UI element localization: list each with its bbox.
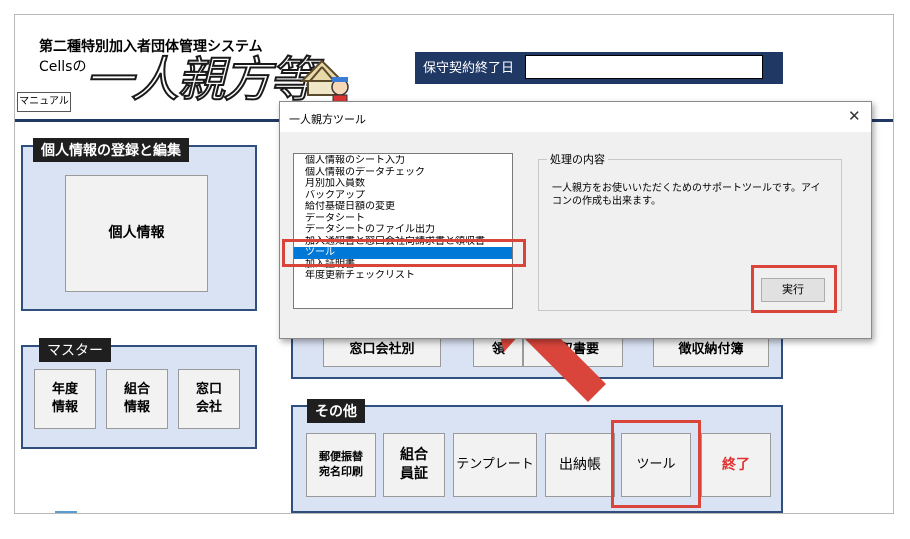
personal-info-group-title: 個人情報の登録と編集 bbox=[33, 138, 189, 162]
close-icon[interactable]: ✕ bbox=[848, 107, 861, 125]
exit-button[interactable]: 終了 bbox=[701, 433, 771, 497]
union-info-line2: 情報 bbox=[123, 400, 150, 415]
window-company-button[interactable]: 窓口 会社 bbox=[178, 369, 240, 429]
window-company-line1: 窓口 bbox=[195, 382, 222, 398]
year-info-line2: 情報 bbox=[51, 400, 78, 415]
master-group-title: マスター bbox=[39, 338, 111, 362]
list-item[interactable]: バックアップ bbox=[294, 190, 512, 202]
process-content-legend: 処理の内容 bbox=[547, 151, 608, 167]
tool-button-highlight bbox=[611, 420, 701, 508]
expire-date-label: 保守契約終了日 bbox=[423, 61, 515, 76]
list-item[interactable]: データシート bbox=[294, 213, 512, 225]
member-card-line2: 員証 bbox=[400, 466, 428, 482]
sheet-tab-indicator bbox=[55, 511, 77, 513]
union-info-button[interactable]: 組合 情報 bbox=[106, 369, 168, 429]
selected-item-highlight bbox=[282, 239, 526, 267]
execute-button-highlight bbox=[751, 265, 837, 313]
postal-transfer-print-button[interactable]: 郵便振替 宛名印刷 bbox=[306, 433, 376, 497]
collection-ledger-label: 徴収納付簿 bbox=[678, 342, 744, 358]
dialog-title: 一人親方ツール bbox=[289, 113, 366, 126]
template-label: テンプレート bbox=[456, 457, 534, 473]
cells-label: Cellsの bbox=[39, 59, 87, 75]
member-card-line1: 組合 bbox=[400, 447, 428, 464]
postal-transfer-line2: 宛名印刷 bbox=[319, 465, 363, 478]
list-item[interactable]: 月別加入員数 bbox=[294, 178, 512, 190]
personal-info-button-label: 個人情報 bbox=[108, 225, 165, 242]
union-info-line1: 組合 bbox=[123, 382, 150, 398]
postal-transfer-line1: 郵便振替 bbox=[319, 450, 363, 464]
exit-label: 終了 bbox=[722, 456, 750, 473]
expire-date-input[interactable] bbox=[525, 55, 763, 79]
list-item[interactable]: 給付基礎日額の変更 bbox=[294, 201, 512, 213]
template-button[interactable]: テンプレート bbox=[453, 433, 537, 497]
window-company-line2: 会社 bbox=[195, 400, 222, 415]
cashbook-button[interactable]: 出納帳 bbox=[545, 433, 615, 497]
list-item[interactable]: 個人情報のデータチェック bbox=[294, 167, 512, 179]
tool-listbox[interactable]: 個人情報のシート入力 個人情報のデータチェック 月別加入員数 バックアップ 給付… bbox=[293, 153, 513, 309]
process-description: 一人親方をお使いいただくためのサポートツールです。アイコンの作成も出来ます。 bbox=[552, 183, 821, 207]
list-item[interactable]: データシートのファイル出力 bbox=[294, 224, 512, 236]
year-info-line1: 年度 bbox=[51, 382, 78, 398]
window-company-list-label: 窓口会社別 bbox=[349, 342, 415, 358]
manual-button[interactable]: マニュアル bbox=[17, 92, 71, 112]
year-info-button[interactable]: 年度 情報 bbox=[34, 369, 96, 429]
tool-dialog: 一人親方ツール ✕ 個人情報のシート入力 個人情報のデータチェック 月別加入員数… bbox=[279, 101, 872, 339]
personal-info-button[interactable]: 個人情報 bbox=[65, 175, 208, 292]
other-group-title: その他 bbox=[307, 399, 365, 423]
app-logo-text: 一人親方等 bbox=[84, 52, 318, 108]
list-item[interactable]: 年度更新チェックリスト bbox=[294, 270, 512, 282]
cashbook-label: 出納帳 bbox=[559, 456, 601, 473]
member-card-button[interactable]: 組合 員証 bbox=[383, 433, 445, 497]
dialog-titlebar: 一人親方ツール ✕ bbox=[280, 102, 871, 132]
list-item[interactable]: 個人情報のシート入力 bbox=[294, 155, 512, 167]
